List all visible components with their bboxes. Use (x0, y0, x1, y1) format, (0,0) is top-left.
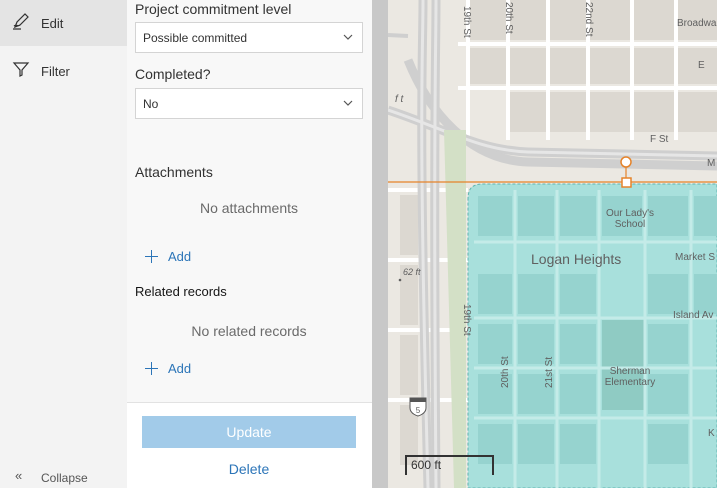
rail-item-edit[interactable]: Edit (0, 0, 127, 46)
basemap: 5 19th St 20th St 22nd St Broadwa E F St… (388, 0, 717, 488)
place-label: School (615, 219, 646, 230)
commitment-level-select[interactable]: Possible committed (135, 22, 363, 53)
completed-value: No (143, 97, 159, 111)
street-label: 20th St (503, 2, 514, 34)
place-label: Our Lady's (606, 208, 654, 219)
street-label: E (698, 60, 705, 71)
street-label: M (707, 158, 715, 169)
related-records-title: Related records (135, 284, 227, 299)
street-label: 19th St (461, 6, 472, 38)
action-rail: Edit Filter « Collapse (0, 0, 127, 488)
collapse-button[interactable]: « Collapse (0, 468, 127, 488)
place-label: Market S (675, 252, 715, 263)
street-label: Broadwa (677, 18, 717, 29)
commitment-level-label: Project commitment level (135, 1, 292, 17)
double-chevron-left-icon: « (15, 468, 23, 483)
attachments-title: Attachments (135, 164, 213, 180)
completed-select[interactable]: No (135, 88, 363, 119)
highway-shield-label: 5 (416, 406, 421, 415)
related-records-empty-message: No related records (191, 323, 307, 339)
add-related-record-label: Add (168, 361, 192, 376)
completed-label: Completed? (135, 66, 211, 82)
add-related-record-button[interactable]: Add (145, 361, 191, 376)
chevron-down-icon (343, 34, 353, 40)
street-label: 20th St (500, 356, 511, 388)
elevation-label: f t (395, 94, 405, 105)
place-label: Island Av (673, 310, 713, 321)
edit-form-panel: Project commitment level Possible commit… (127, 0, 372, 488)
plus-icon (145, 250, 158, 263)
neighborhood-label: Logan Heights (531, 251, 621, 267)
place-label: Sherman (610, 366, 651, 377)
delete-button[interactable]: Delete (142, 461, 356, 477)
street-label: 19th St (461, 304, 472, 336)
elevation-label: 62 ft (403, 267, 421, 277)
map-view[interactable]: 5 19th St 20th St 22nd St Broadwa E F St… (388, 0, 717, 488)
street-label: 22nd St (583, 2, 594, 37)
form-footer: Update Delete (127, 402, 372, 488)
chevron-down-icon (343, 100, 353, 106)
add-attachment-label: Add (168, 249, 192, 264)
street-label: 21st St (544, 357, 555, 388)
rail-item-filter[interactable]: Filter (0, 48, 127, 94)
street-label: F St (650, 134, 669, 145)
place-label: Elementary (605, 377, 656, 388)
scale-bar-label: 600 ft (411, 458, 442, 472)
filter-icon (12, 62, 30, 77)
scale-bar: 600 ft (405, 455, 494, 475)
edit-icon (13, 13, 29, 30)
place-label: K (708, 428, 715, 439)
attachments-empty-message: No attachments (199, 200, 299, 216)
rail-item-filter-label: Filter (41, 63, 70, 79)
plus-icon (145, 362, 158, 375)
add-attachment-button[interactable]: Add (145, 249, 191, 264)
panel-splitter[interactable] (372, 0, 388, 488)
rail-item-edit-label: Edit (41, 15, 64, 31)
commitment-level-value: Possible committed (143, 31, 248, 45)
spot-height-marker (398, 278, 402, 282)
update-button[interactable]: Update (142, 416, 356, 448)
collapse-label: Collapse (41, 471, 88, 485)
